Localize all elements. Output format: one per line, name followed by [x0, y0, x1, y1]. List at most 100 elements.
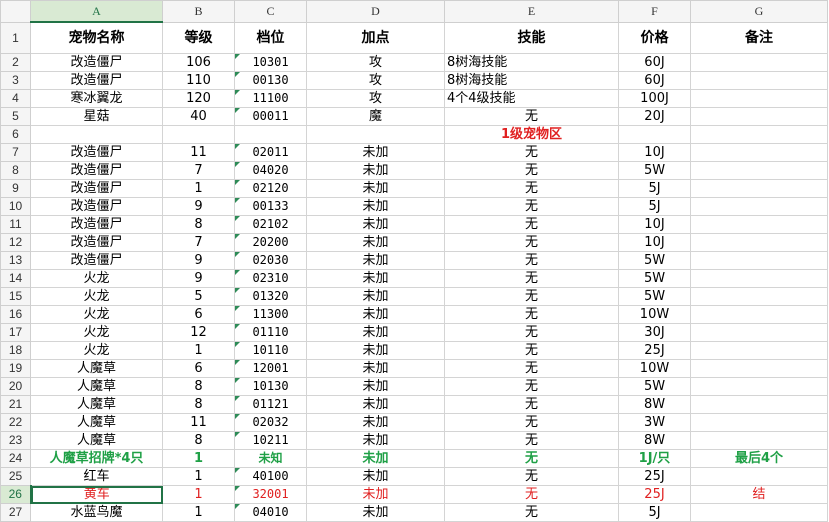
cell-f20[interactable]: 5W [618, 377, 691, 396]
cell-c20[interactable]: 10130 [234, 377, 307, 396]
column-header-g[interactable]: G [690, 0, 828, 23]
cell-d15[interactable]: 未加 [306, 287, 445, 306]
cell-g19[interactable] [690, 359, 828, 378]
header-cell-b[interactable]: 等级 [162, 21, 235, 54]
cell-d18[interactable]: 未加 [306, 341, 445, 360]
cell-b24[interactable]: 1 [162, 449, 235, 468]
row-header-24[interactable]: 24 [0, 449, 31, 468]
cell-a17[interactable]: 火龙 [30, 323, 163, 342]
column-header-c[interactable]: C [234, 0, 307, 23]
cell-c18[interactable]: 10110 [234, 341, 307, 360]
cell-f10[interactable]: 5J [618, 197, 691, 216]
header-cell-f[interactable]: 价格 [618, 21, 691, 54]
cell-f27[interactable]: 5J [618, 503, 691, 522]
cell-c24[interactable]: 未知 [234, 449, 307, 468]
cell-c27[interactable]: 04010 [234, 503, 307, 522]
cell-e8[interactable]: 无 [444, 161, 619, 180]
cell-c21[interactable]: 01121 [234, 395, 307, 414]
cell-f22[interactable]: 3W [618, 413, 691, 432]
column-header-f[interactable]: F [618, 0, 691, 23]
cell-g8[interactable] [690, 161, 828, 180]
cell-g14[interactable] [690, 269, 828, 288]
cell-g13[interactable] [690, 251, 828, 270]
row-header-25[interactable]: 25 [0, 467, 31, 486]
cell-f3[interactable]: 60J [618, 71, 691, 90]
cell-c14[interactable]: 02310 [234, 269, 307, 288]
select-all-corner[interactable] [0, 0, 31, 23]
cell-b5[interactable]: 40 [162, 107, 235, 126]
row-header-15[interactable]: 15 [0, 287, 31, 306]
cell-g5[interactable] [690, 107, 828, 126]
cell-e15[interactable]: 无 [444, 287, 619, 306]
cell-e17[interactable]: 无 [444, 323, 619, 342]
cell-b11[interactable]: 8 [162, 215, 235, 234]
cell-e4[interactable]: 4个4级技能 [444, 89, 619, 108]
cell-d12[interactable]: 未加 [306, 233, 445, 252]
cell-f9[interactable]: 5J [618, 179, 691, 198]
row-header-11[interactable]: 11 [0, 215, 31, 234]
cell-b18[interactable]: 1 [162, 341, 235, 360]
cell-e14[interactable]: 无 [444, 269, 619, 288]
cell-g23[interactable] [690, 431, 828, 450]
cell-g9[interactable] [690, 179, 828, 198]
cell-c5[interactable]: 00011 [234, 107, 307, 126]
row-header-10[interactable]: 10 [0, 197, 31, 216]
cell-e3[interactable]: 8树海技能 [444, 71, 619, 90]
cell-f23[interactable]: 8W [618, 431, 691, 450]
row-header-13[interactable]: 13 [0, 251, 31, 270]
row-header-17[interactable]: 17 [0, 323, 31, 342]
cell-a19[interactable]: 人魔草 [30, 359, 163, 378]
cell-e11[interactable]: 无 [444, 215, 619, 234]
cell-c16[interactable]: 11300 [234, 305, 307, 324]
cell-g26[interactable]: 结 [690, 485, 828, 504]
cell-f2[interactable]: 60J [618, 53, 691, 72]
cell-g18[interactable] [690, 341, 828, 360]
row-header-22[interactable]: 22 [0, 413, 31, 432]
cell-d20[interactable]: 未加 [306, 377, 445, 396]
row-header-8[interactable]: 8 [0, 161, 31, 180]
cell-e21[interactable]: 无 [444, 395, 619, 414]
cell-g10[interactable] [690, 197, 828, 216]
cell-e23[interactable]: 无 [444, 431, 619, 450]
cell-a11[interactable]: 改造僵尸 [30, 215, 163, 234]
cell-b14[interactable]: 9 [162, 269, 235, 288]
cell-a16[interactable]: 火龙 [30, 305, 163, 324]
cell-d4[interactable]: 攻 [306, 89, 445, 108]
cell-g27[interactable] [690, 503, 828, 522]
cell-g22[interactable] [690, 413, 828, 432]
cell-d26[interactable]: 未加 [306, 485, 445, 504]
cell-c10[interactable]: 00133 [234, 197, 307, 216]
cell-e16[interactable]: 无 [444, 305, 619, 324]
row-header-19[interactable]: 19 [0, 359, 31, 378]
cell-d7[interactable]: 未加 [306, 143, 445, 162]
cell-f17[interactable]: 30J [618, 323, 691, 342]
row-header-4[interactable]: 4 [0, 89, 31, 108]
cell-f8[interactable]: 5W [618, 161, 691, 180]
cell-a5[interactable]: 星菇 [30, 107, 163, 126]
cell-d9[interactable]: 未加 [306, 179, 445, 198]
cell-e5[interactable]: 无 [444, 107, 619, 126]
cell-d14[interactable]: 未加 [306, 269, 445, 288]
header-cell-d[interactable]: 加点 [306, 21, 445, 54]
cell-e24[interactable]: 无 [444, 449, 619, 468]
cell-b19[interactable]: 6 [162, 359, 235, 378]
cell-b17[interactable]: 12 [162, 323, 235, 342]
cell-e25[interactable]: 无 [444, 467, 619, 486]
cell-c3[interactable]: 00130 [234, 71, 307, 90]
row-header-9[interactable]: 9 [0, 179, 31, 198]
cell-a18[interactable]: 火龙 [30, 341, 163, 360]
row-header-27[interactable]: 27 [0, 503, 31, 522]
cell-a6[interactable] [30, 125, 163, 144]
row-header-14[interactable]: 14 [0, 269, 31, 288]
cell-e10[interactable]: 无 [444, 197, 619, 216]
cell-d24[interactable]: 未加 [306, 449, 445, 468]
cell-b16[interactable]: 6 [162, 305, 235, 324]
cell-c4[interactable]: 11100 [234, 89, 307, 108]
row-header-6[interactable]: 6 [0, 125, 31, 144]
cell-c17[interactable]: 01110 [234, 323, 307, 342]
cell-d23[interactable]: 未加 [306, 431, 445, 450]
cell-f25[interactable]: 25J [618, 467, 691, 486]
cell-g24[interactable]: 最后4个 [690, 449, 828, 468]
cell-f15[interactable]: 5W [618, 287, 691, 306]
cell-b2[interactable]: 106 [162, 53, 235, 72]
